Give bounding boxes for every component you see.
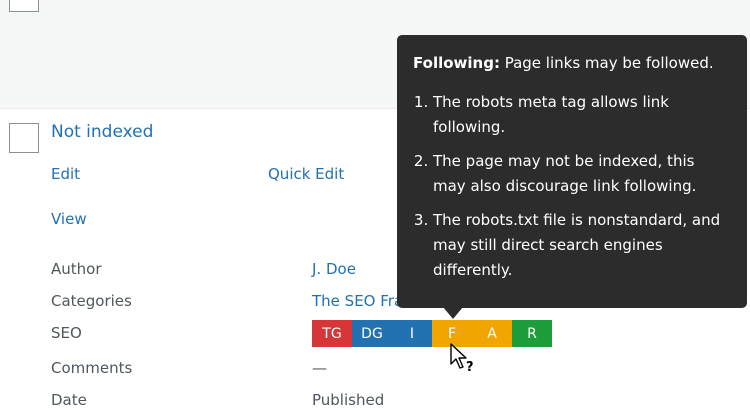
- seo-label: SEO: [51, 324, 82, 342]
- date-value: Published: [312, 391, 385, 409]
- post-title-link[interactable]: Not indexed: [51, 122, 153, 142]
- comments-label: Comments: [51, 359, 133, 377]
- date-label: Date: [51, 391, 87, 409]
- author-link[interactable]: J. Doe: [312, 260, 356, 278]
- seo-segment-dg[interactable]: DG: [352, 320, 392, 347]
- quick-edit-link[interactable]: Quick Edit: [268, 165, 344, 183]
- author-label: Author: [51, 260, 102, 278]
- tooltip-item: The robots meta tag allows link followin…: [433, 90, 731, 140]
- tooltip-arrow: [443, 307, 463, 319]
- svg-text:?: ?: [466, 360, 474, 375]
- seo-tooltip: Following: Page links may be followed. T…: [397, 35, 747, 308]
- help-cursor-icon: ?: [449, 343, 483, 379]
- tooltip-item: The page may not be indexed, this may al…: [433, 149, 731, 199]
- categories-label: Categories: [51, 292, 132, 310]
- seo-segment-i[interactable]: I: [392, 320, 432, 347]
- comments-value: —: [312, 359, 327, 377]
- edit-link[interactable]: Edit: [51, 165, 80, 183]
- previous-row-checkbox[interactable]: [9, 0, 39, 12]
- tooltip-list: The robots meta tag allows link followin…: [413, 90, 731, 283]
- tooltip-heading: Following: Page links may be followed.: [413, 54, 714, 72]
- view-link[interactable]: View: [51, 210, 87, 228]
- category-link[interactable]: The SEO Fra: [312, 292, 403, 310]
- row-select-checkbox[interactable]: [9, 123, 39, 153]
- seo-status-bar: TG DG I F A R: [312, 320, 552, 347]
- seo-segment-tg[interactable]: TG: [312, 320, 352, 347]
- tooltip-item: The robots.txt file is nonstandard, and …: [433, 208, 731, 283]
- seo-segment-r[interactable]: R: [512, 320, 552, 347]
